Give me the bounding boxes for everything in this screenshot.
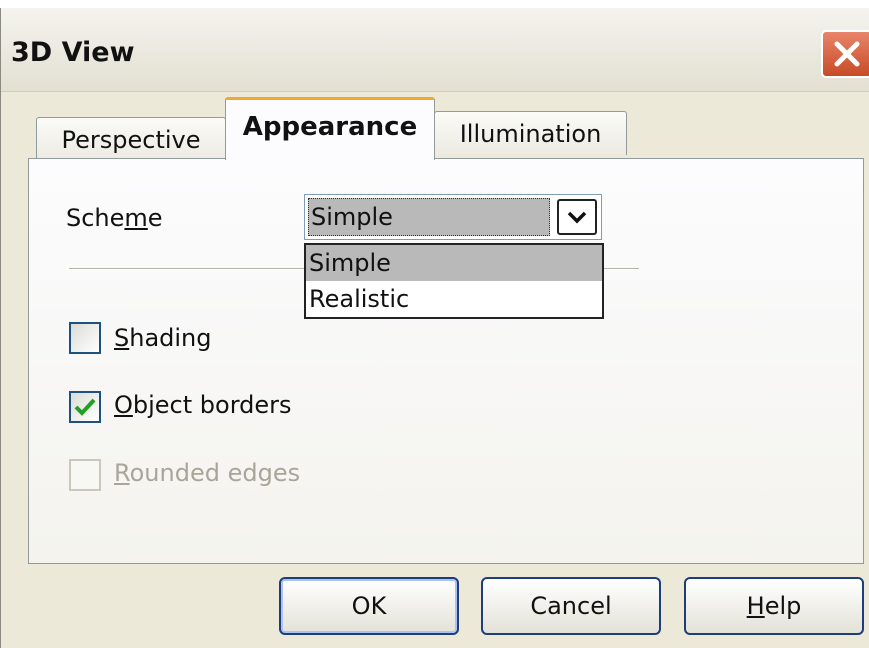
object-borders-label[interactable]: Object borders: [114, 391, 292, 419]
dialog-window: 3D View Perspective Illumination Appeara…: [0, 8, 869, 648]
rounded-edges-label: Rounded edges: [114, 459, 301, 487]
object-borders-checkbox[interactable]: [69, 391, 101, 423]
tab-appearance-label: Appearance: [242, 112, 418, 142]
scheme-option-realistic[interactable]: Realistic: [306, 281, 602, 317]
ok-button[interactable]: OK: [279, 577, 459, 635]
scheme-label: Scheme: [66, 204, 163, 232]
shading-checkbox[interactable]: [69, 322, 101, 354]
checkmark-icon: [74, 398, 96, 416]
tab-perspective[interactable]: Perspective: [36, 117, 226, 161]
appearance-panel: Scheme Simple Simple Realistic Shading O…: [28, 158, 864, 564]
cancel-button[interactable]: Cancel: [481, 577, 661, 635]
dialog-title: 3D View: [11, 37, 135, 68]
scheme-select-value: Simple: [308, 198, 550, 236]
close-button[interactable]: [821, 30, 869, 78]
chevron-down-icon: [567, 211, 587, 224]
scheme-dropdown-list: Simple Realistic: [304, 243, 604, 319]
shading-label[interactable]: Shading: [114, 324, 212, 352]
dropdown-button[interactable]: [557, 199, 597, 235]
tab-illumination-label: Illumination: [459, 119, 602, 148]
help-button[interactable]: Help: [684, 577, 864, 635]
title-bar[interactable]: 3D View: [1, 8, 869, 92]
tab-perspective-label: Perspective: [61, 125, 201, 154]
rounded-edges-checkbox[interactable]: [69, 459, 101, 491]
ok-button-label: OK: [351, 592, 387, 620]
close-icon: [834, 41, 860, 67]
cancel-button-label: Cancel: [530, 592, 612, 620]
tab-illumination[interactable]: Illumination: [434, 111, 627, 155]
scheme-option-simple[interactable]: Simple: [306, 245, 602, 281]
tab-appearance[interactable]: Appearance: [225, 97, 435, 160]
scheme-select[interactable]: Simple: [304, 194, 602, 240]
help-button-label: Help: [746, 592, 802, 620]
